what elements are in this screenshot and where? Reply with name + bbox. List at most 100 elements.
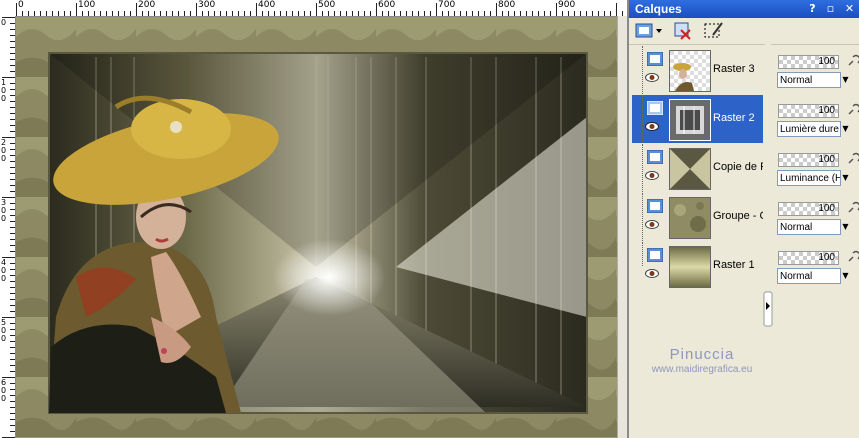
blend-mode-select[interactable]: Luminance (H) [777, 170, 841, 186]
ruler-tick [10, 269, 15, 270]
ruler-tick [10, 113, 15, 114]
ruler-tick [568, 11, 569, 16]
tree-line [642, 144, 644, 192]
layers-palette: Calques ? ▫ ✕ Raster 3 Raster 2 Copie de… [627, 0, 859, 438]
tree-line [642, 95, 644, 143]
help-icon[interactable]: ? [805, 2, 820, 15]
link-icon[interactable] [847, 201, 859, 215]
ruler-tick [388, 11, 389, 16]
opacity-slider[interactable]: 100 [778, 153, 839, 167]
dropdown-arrow-icon[interactable]: ▼ [841, 219, 850, 235]
panel-splitter[interactable] [763, 44, 773, 438]
ruler-tick [160, 11, 161, 16]
layer-name: Raster 2 [713, 112, 755, 124]
layer-row[interactable]: Raster 1 [632, 242, 763, 290]
palette-titlebar[interactable]: Calques ? ▫ ✕ [629, 0, 859, 18]
opacity-slider[interactable]: 100 [778, 202, 839, 216]
dropdown-arrow-icon[interactable]: ▼ [841, 268, 850, 284]
ruler-tick [10, 149, 15, 150]
delete-layer-icon[interactable] [673, 21, 693, 41]
layers-toolbar [629, 18, 859, 45]
ruler-tick [10, 95, 15, 96]
ruler-tick [10, 401, 15, 402]
close-icon[interactable]: ✕ [842, 2, 857, 15]
blend-mode-select[interactable]: Lumière dure [777, 121, 841, 137]
ruler-tick [304, 11, 305, 16]
ruler-tick [10, 23, 15, 24]
ruler-tick [250, 11, 251, 16]
layer-props-row: 100 Normal ▼ [774, 46, 859, 94]
layer-row[interactable]: Raster 3 [632, 46, 763, 94]
ruler-tick [58, 11, 59, 16]
canvas-area[interactable]: 0 100 200 300 400 500 600 700 800 900 0 100 200 300 4… [0, 0, 628, 438]
ruler-tick [484, 11, 485, 16]
ruler-tick [82, 11, 83, 16]
layer-name: Raster 1 [713, 259, 755, 271]
link-icon[interactable] [847, 54, 859, 68]
ruler-tick [10, 407, 15, 408]
blend-mode-select[interactable]: Normal [777, 268, 841, 284]
canvas-image[interactable] [16, 17, 617, 438]
eye-visibility-icon[interactable] [645, 220, 659, 229]
ruler-tick [604, 11, 605, 16]
ruler-tick [154, 11, 155, 16]
eye-visibility-icon[interactable] [645, 171, 659, 180]
ruler-tick [10, 365, 15, 366]
ruler-tick [10, 65, 15, 66]
eye-visibility-icon[interactable] [645, 73, 659, 82]
ruler-label: 500 [1, 318, 7, 343]
ruler-tick [10, 239, 15, 240]
layer-row[interactable]: Copie de Raster 1 [632, 144, 763, 192]
ruler-tick [172, 11, 173, 16]
opacity-slider[interactable]: 100 [778, 104, 839, 118]
link-icon[interactable] [847, 152, 859, 166]
ruler-tick [10, 305, 15, 306]
dropdown-arrow-icon[interactable]: ▼ [841, 170, 850, 186]
new-layer-icon[interactable] [635, 21, 665, 41]
ruler-tick [118, 11, 119, 16]
ruler-tick [76, 3, 77, 16]
ruler-vertical: 0 100 200 300 400 500 600 [0, 16, 16, 438]
ruler-tick [520, 11, 521, 16]
ruler-tick [412, 11, 413, 16]
ruler-label: 500 [318, 0, 336, 10]
ruler-tick [352, 11, 353, 16]
ruler-tick [10, 71, 15, 72]
ruler-label: 0 [1, 18, 7, 27]
ruler-tick [292, 11, 293, 16]
tree-line [642, 193, 644, 241]
ruler-tick [10, 347, 15, 348]
ruler-tick [202, 11, 203, 16]
ruler-tick [10, 431, 15, 432]
opacity-slider[interactable]: 100 [778, 251, 839, 265]
link-icon[interactable] [847, 103, 859, 117]
ruler-tick [10, 263, 15, 264]
blend-mode-select[interactable]: Normal [777, 219, 841, 235]
ruler-tick [370, 11, 371, 16]
ruler-tick [328, 11, 329, 16]
ruler-tick [52, 11, 53, 16]
dropdown-arrow-icon[interactable]: ▼ [841, 121, 850, 137]
ruler-tick [436, 3, 437, 16]
ruler-tick [316, 3, 317, 16]
layer-row-selected[interactable]: Raster 2 [632, 95, 763, 143]
ruler-tick [10, 119, 15, 120]
ruler-tick [220, 11, 221, 16]
tree-line [642, 46, 644, 94]
minimize-icon[interactable]: ▫ [823, 2, 838, 15]
link-icon[interactable] [847, 250, 859, 264]
eye-visibility-icon[interactable] [645, 269, 659, 278]
eye-visibility-icon[interactable] [645, 122, 659, 131]
ruler-tick [148, 11, 149, 16]
ruler-tick [10, 353, 15, 354]
dropdown-arrow-icon[interactable]: ▼ [841, 72, 850, 88]
ruler-tick [448, 11, 449, 16]
ruler-tick [466, 11, 467, 16]
ruler-label: 100 [1, 78, 7, 103]
layer-row[interactable]: Groupe - Copie de Raster 1 [632, 193, 763, 241]
ruler-tick [358, 11, 359, 16]
opacity-slider[interactable]: 100 [778, 55, 839, 69]
ruler-tick [472, 11, 473, 16]
mask-icon[interactable] [703, 21, 725, 41]
blend-mode-select[interactable]: Normal [777, 72, 841, 88]
